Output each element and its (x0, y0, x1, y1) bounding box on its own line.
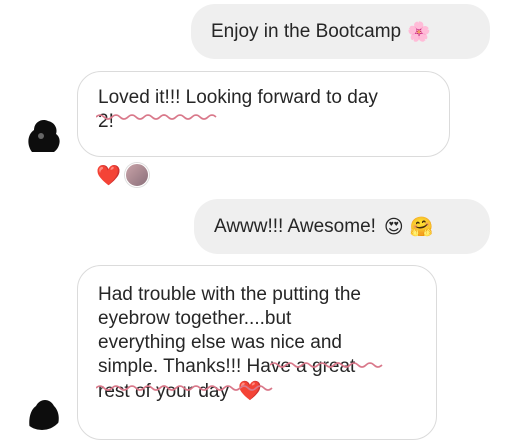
message-text-line: 2! (98, 111, 114, 132)
message-bubble-incoming[interactable]: Had trouble with the putting the eyebrow… (77, 265, 437, 440)
heart-reaction-icon: ❤️ (96, 163, 121, 187)
message-text: Enjoy in the Bootcamp (211, 20, 402, 42)
avatar[interactable] (20, 386, 64, 430)
avatar[interactable] (20, 112, 64, 156)
message-text-line: rest of your day ❤️ (98, 380, 262, 402)
message-bubble-outgoing[interactable]: Enjoy in the Bootcamp 🌸 (191, 4, 490, 59)
message-reactions[interactable]: ❤️ (96, 163, 149, 187)
red-heart-emoji: ❤️ (238, 380, 262, 402)
message-text-line: Had trouble with the putting the (98, 284, 362, 305)
message-text-line: everything else was nice and (98, 332, 342, 353)
heart-eyes-hugging-emoji: 😍 🤗 (383, 215, 434, 238)
message-bubble-incoming[interactable]: Loved it!!! Looking forward to day 2! (77, 71, 450, 157)
reactor-avatar (124, 163, 149, 187)
message-text-line: simple. Thanks!!! Have a great (98, 356, 356, 377)
message-bubble-outgoing[interactable]: Awww!!! Awesome! 😍 🤗 (194, 199, 490, 254)
cherry-blossom-emoji: 🌸 (407, 20, 431, 43)
message-text-line: Loved it!!! Looking forward to day (98, 87, 378, 108)
message-text-line: eyebrow together....but (98, 308, 292, 329)
message-text: Awww!!! Awesome! (214, 215, 376, 237)
